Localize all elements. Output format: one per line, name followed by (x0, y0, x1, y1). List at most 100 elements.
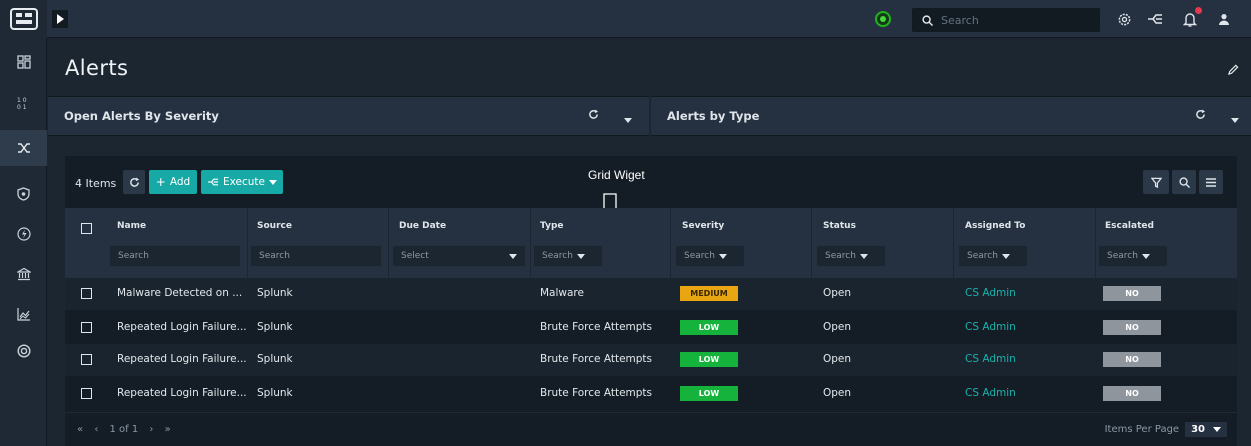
page-title: Alerts (65, 56, 129, 80)
global-search[interactable] (912, 8, 1100, 32)
table-row[interactable]: Malware Detected on ... Splunk Malware M… (65, 278, 1237, 310)
chevron-down-icon (269, 179, 277, 185)
chevron-down-icon (1001, 253, 1010, 259)
add-button[interactable]: + Add (149, 170, 197, 194)
sidebar-item-automation[interactable] (0, 216, 47, 252)
add-label: Add (169, 176, 191, 188)
search-input[interactable] (941, 13, 1091, 27)
cell-source: Splunk (257, 321, 293, 333)
workflow-icon[interactable] (1146, 10, 1164, 28)
filter-type[interactable]: Search (534, 246, 602, 266)
filter-button[interactable] (1143, 170, 1169, 194)
next-page-icon[interactable]: › (149, 424, 153, 435)
row-checkbox[interactable] (81, 322, 92, 333)
sidebar-item-system[interactable] (0, 333, 47, 369)
filter-severity[interactable]: Search (676, 246, 744, 266)
widget-alerts-by-type: Alerts by Type (651, 96, 1251, 136)
column-header-escalated[interactable]: Escalated (1105, 221, 1154, 231)
sidebar-item-resources[interactable] (0, 256, 47, 292)
cell-status: Open (823, 387, 852, 399)
notification-badge (1195, 7, 1202, 14)
filter-escalated[interactable]: Search (1099, 246, 1167, 266)
main-content: Alerts Open Alerts By Severity Alerts by… (48, 38, 1251, 446)
table-row[interactable]: Repeated Login Failure... Splunk Brute F… (65, 378, 1237, 410)
top-bar (0, 0, 1251, 38)
column-header-due-date[interactable]: Due Date (399, 221, 446, 231)
severity-badge: LOW (680, 352, 738, 367)
filter-icon (1150, 177, 1162, 188)
row-checkbox[interactable] (81, 388, 92, 399)
user-icon[interactable] (1215, 10, 1233, 28)
items-per-page-select[interactable]: 30 (1185, 422, 1227, 437)
workflow-icon (208, 178, 218, 186)
table-row[interactable]: Repeated Login Failure... Splunk Brute F… (65, 312, 1237, 344)
filter-due-date[interactable]: Select (393, 246, 525, 266)
cell-status: Open (823, 287, 852, 299)
refresh-icon (129, 176, 139, 187)
filter-status-value: Search (825, 251, 856, 261)
select-all-checkbox[interactable] (81, 223, 92, 234)
cell-name[interactable]: Repeated Login Failure... (117, 387, 247, 399)
cell-assigned-to[interactable]: CS Admin (965, 387, 1016, 399)
search-icon (922, 14, 933, 26)
severity-badge: LOW (680, 386, 738, 401)
filter-name-input[interactable] (118, 251, 240, 261)
cell-assigned-to[interactable]: CS Admin (965, 321, 1016, 333)
status-indicator-icon[interactable] (875, 11, 891, 27)
chevron-down-icon (576, 253, 585, 259)
row-checkbox[interactable] (81, 288, 92, 299)
expand-sidebar-button[interactable] (52, 10, 68, 28)
gear-icon[interactable] (1115, 10, 1133, 28)
cell-source: Splunk (257, 287, 293, 299)
bell-icon[interactable] (1181, 7, 1202, 28)
chevron-down-icon[interactable] (1231, 113, 1239, 127)
cell-type: Brute Force Attempts (540, 387, 653, 399)
cell-name[interactable]: Repeated Login Failure... (117, 321, 247, 333)
sidebar-item-incidents[interactable] (0, 130, 47, 166)
column-divider (953, 208, 954, 278)
column-header-name[interactable]: Name (117, 221, 146, 231)
cell-assigned-to[interactable]: CS Admin (965, 287, 1016, 299)
logo-icon[interactable] (0, 0, 47, 38)
chevron-down-icon[interactable] (624, 113, 632, 127)
filter-source[interactable] (251, 246, 381, 266)
column-header-status[interactable]: Status (823, 221, 856, 231)
column-header-source[interactable]: Source (257, 221, 292, 231)
shield-icon (17, 187, 30, 201)
items-per-page-value: 30 (1191, 424, 1205, 435)
last-page-icon[interactable]: » (165, 424, 171, 435)
cell-type: Malware (540, 287, 584, 299)
row-checkbox[interactable] (81, 354, 92, 365)
filter-status[interactable]: Search (817, 246, 885, 266)
first-page-icon[interactable]: « (77, 424, 83, 435)
items-per-page-label: Items Per Page (1104, 424, 1180, 435)
grid-menu-button[interactable] (1199, 170, 1223, 194)
page-info: 1 of 1 (109, 424, 139, 435)
column-header-severity[interactable]: Severity (682, 221, 724, 231)
sidebar-item-queue[interactable]: 1 00 1 (0, 85, 47, 121)
filter-name[interactable] (110, 246, 240, 266)
pencil-icon[interactable] (1227, 60, 1239, 79)
refresh-icon[interactable] (588, 109, 599, 123)
filter-source-input[interactable] (259, 251, 381, 261)
filter-assigned-to[interactable]: Search (959, 246, 1027, 266)
sidebar-item-dashboard[interactable] (0, 44, 47, 80)
refresh-button[interactable] (123, 170, 145, 194)
logo-graphic (9, 8, 38, 30)
grid-search-button[interactable] (1172, 170, 1196, 194)
grid-footer: « ‹ 1 of 1 › » Items Per Page 30 (65, 412, 1237, 446)
sidebar-item-reports[interactable] (0, 296, 47, 332)
cell-assigned-to[interactable]: CS Admin (965, 353, 1016, 365)
prev-page-icon[interactable]: ‹ (94, 424, 98, 435)
chevron-down-icon (1213, 427, 1221, 432)
severity-badge: LOW (680, 320, 738, 335)
column-header-assigned-to[interactable]: Assigned To (965, 221, 1025, 231)
refresh-icon[interactable] (1195, 109, 1206, 123)
column-header-type[interactable]: Type (540, 221, 563, 231)
cell-name[interactable]: Repeated Login Failure... (117, 353, 247, 365)
dashboard-icon (16, 55, 31, 69)
table-row[interactable]: Repeated Login Failure... Splunk Brute F… (65, 344, 1237, 376)
sidebar-item-security[interactable] (0, 176, 47, 212)
cell-name[interactable]: Malware Detected on ... (117, 287, 242, 299)
execute-button[interactable]: Execute (201, 170, 283, 194)
